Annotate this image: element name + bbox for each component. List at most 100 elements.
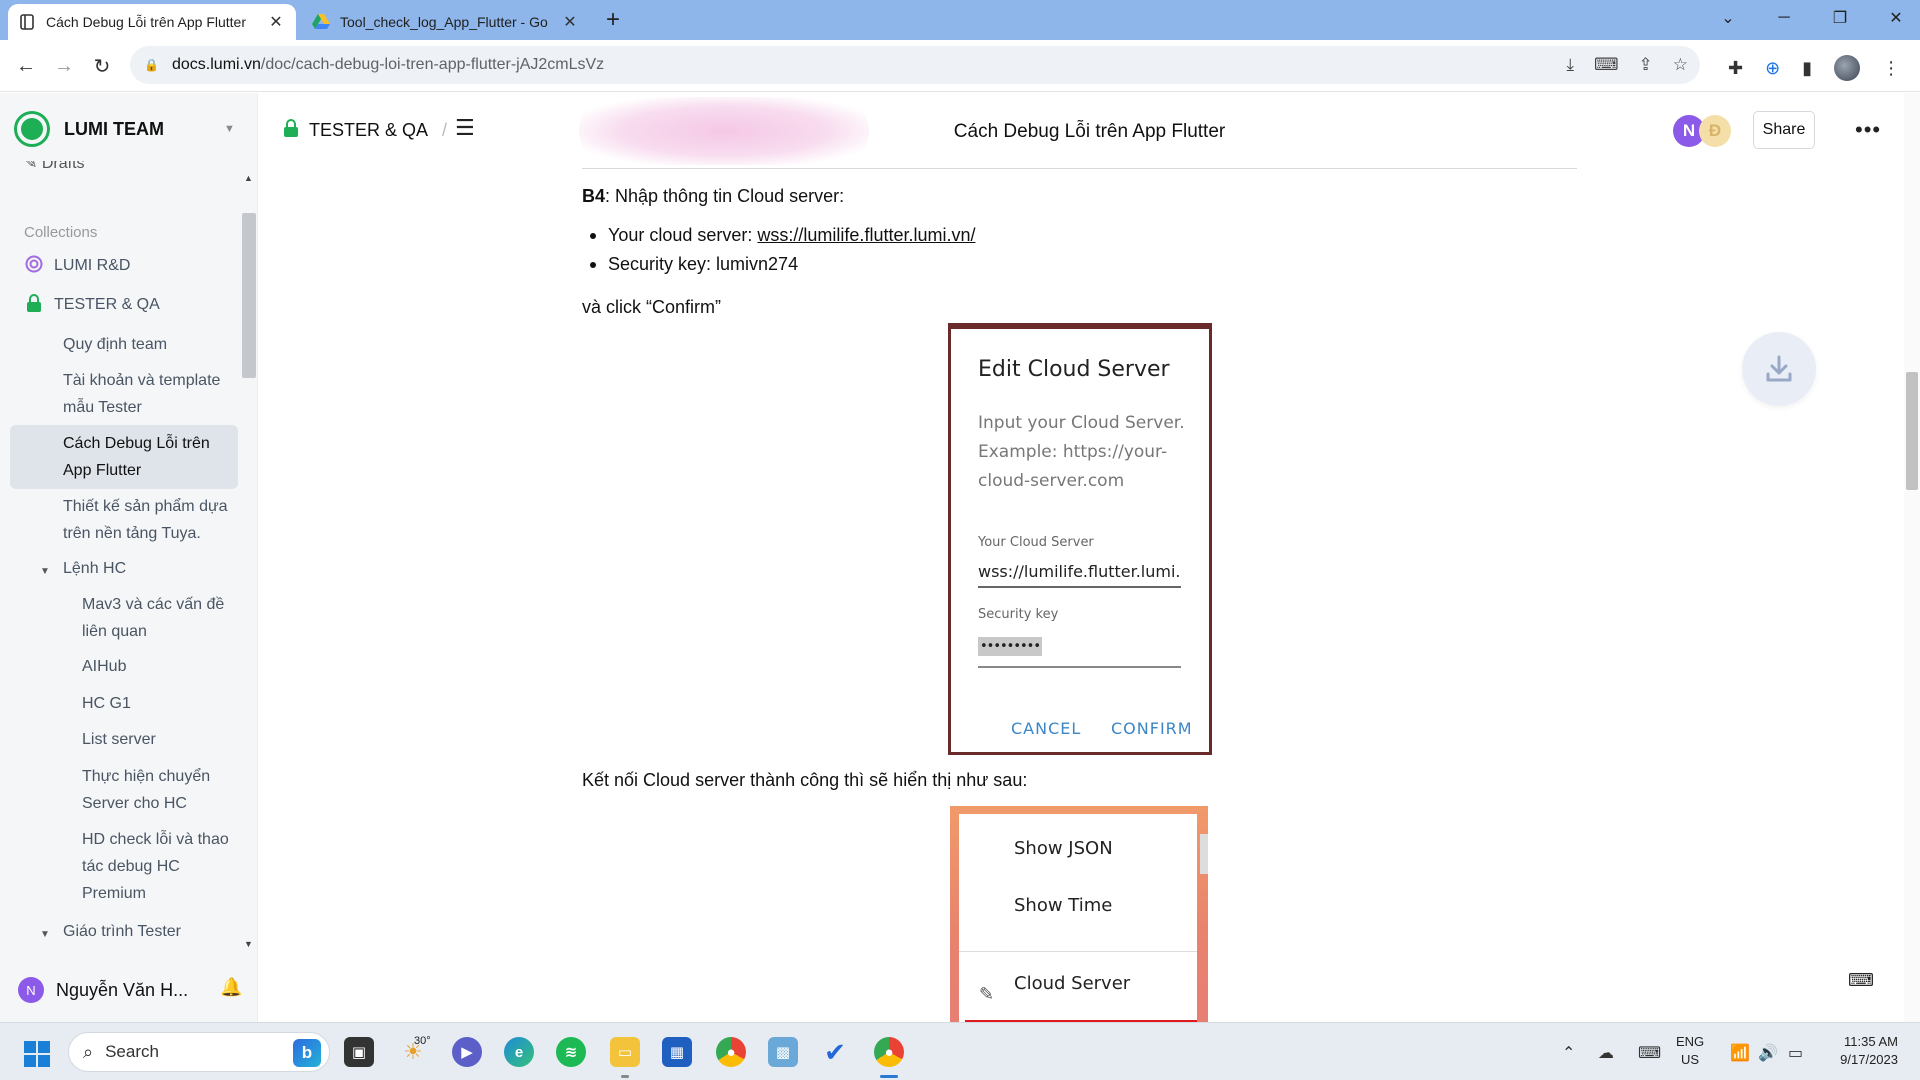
downloads-icon[interactable]: ⊕ [1765, 58, 1780, 79]
sidebar-doc-thiet-ke[interactable]: Thiết kế sản phẩm dựa trên nền tảng Tuya… [63, 493, 228, 547]
restore-button[interactable]: ❐ [1812, 0, 1868, 36]
edge-icon[interactable]: e [504, 1037, 534, 1067]
minimize-button[interactable]: ─ [1756, 0, 1812, 36]
sidebar-doc-list-server[interactable]: List server [82, 726, 156, 753]
page-title: Cách Debug Lỗi trên App Flutter [953, 121, 1226, 142]
expand-caret-icon[interactable]: ▼ [40, 566, 50, 577]
wifi-icon[interactable]: 📶 [1730, 1043, 1750, 1063]
chrome-icon[interactable]: ● [716, 1037, 746, 1067]
step-label: B4 [582, 186, 606, 206]
url-path: /doc/cach-debug-loi-tren-app-flutter-jAJ… [260, 56, 605, 73]
close-tab-icon[interactable]: ✕ [266, 12, 286, 32]
sidebar-item-tester-qa[interactable]: TESTER & QA [24, 292, 160, 318]
divider [582, 168, 1577, 169]
pencil-icon: ✎ [979, 984, 995, 1005]
task-view-icon[interactable]: ▣ [344, 1037, 374, 1067]
profile-avatar[interactable] [1834, 55, 1861, 81]
edit-cloud-server-image: Edit Cloud Server Input your Cloud Serve… [948, 323, 1212, 755]
sidebar-scrollbar-thumb[interactable] [242, 213, 256, 378]
search-label: Search [105, 1042, 159, 1061]
tab-title: Cách Debug Lỗi trên App Flutter [46, 14, 247, 30]
cloud-server-link[interactable]: wss://lumilife.flutter.lumi.vn/ [757, 225, 975, 245]
input-language[interactable]: ENG US [1676, 1033, 1704, 1069]
new-tab-button[interactable]: + [598, 6, 628, 36]
windows-start-icon[interactable] [24, 1041, 50, 1067]
team-logo-icon [14, 111, 50, 147]
current-user[interactable]: N Nguyễn Văn H... [18, 977, 246, 1003]
sidebar-doc-debug-flutter[interactable]: Cách Debug Lỗi trên App Flutter [10, 425, 238, 489]
photos-app-icon[interactable]: ▩ [768, 1037, 798, 1067]
team-name: LUMI TEAM [64, 118, 164, 139]
browser-menu-icon[interactable]: ⋮ [1882, 58, 1900, 79]
chrome-active-icon[interactable]: ● [874, 1037, 904, 1067]
google-drive-icon [312, 13, 330, 31]
collection-label: LUMI R&D [54, 257, 131, 274]
system-clock[interactable]: 11:35 AM 9/17/2023 [1828, 1033, 1898, 1069]
tab-drive[interactable]: Tool_check_log_App_Flutter - Go ✕ [302, 4, 590, 40]
sidebar-scroll-down[interactable]: ▼ [244, 939, 253, 949]
sidebar-doc-quy-dinh[interactable]: Quy định team [63, 331, 167, 358]
bing-icon[interactable]: b [293, 1039, 321, 1067]
step-text: : Nhập thông tin Cloud server: [605, 186, 845, 206]
dialog-confirm-label: CONFIRM [1111, 719, 1193, 738]
keyboard-shortcuts-icon[interactable]: ⌨ [1848, 970, 1874, 991]
sidebar-doc-lenh-hc[interactable]: Lệnh HC [63, 555, 126, 582]
keyboard-tray-icon[interactable]: ⌨ [1638, 1043, 1661, 1063]
sidebar-doc-tai-khoan[interactable]: Tài khoản và template mẫu Tester [63, 367, 220, 421]
reload-button[interactable]: ↻ [86, 50, 118, 82]
collaborator-avatars[interactable]: N Đ [1673, 115, 1731, 147]
avatar: N [18, 977, 44, 1003]
page-favicon-icon [18, 13, 36, 31]
todo-check-icon[interactable]: ✔ [820, 1037, 850, 1067]
tray-overflow-icon[interactable]: ⌃ [1562, 1043, 1575, 1063]
sidebar-item-lumi-rd[interactable]: LUMI R&D [24, 253, 130, 279]
share-page-icon[interactable]: ⇪ [1639, 55, 1653, 75]
forward-button[interactable]: → [48, 50, 80, 82]
notifications-bell-icon[interactable]: 🔔 [220, 977, 242, 998]
team-switcher[interactable]: LUMI TEAM [14, 111, 164, 147]
page-scrollbar-thumb[interactable] [1906, 372, 1918, 490]
key-field-value: ••••••••• [978, 637, 1043, 656]
battery-icon[interactable]: ▭ [1788, 1043, 1803, 1063]
document-header: TESTER & QA / ☰ Cách Debug Lỗi trên App … [259, 93, 1920, 169]
sidebar-doc-aihub[interactable]: AIHub [82, 653, 126, 680]
share-button[interactable]: Share [1753, 111, 1815, 149]
download-fab-button[interactable] [1742, 332, 1816, 406]
collection-lock-icon [24, 293, 44, 317]
menu-screenshot-image: Show JSON Show Time ✎ Cloud Server [950, 806, 1208, 1036]
sidebar: LUMI TEAM ▼ ✎ Drafts ▲ ▼ Collections LUM… [0, 93, 258, 1023]
tab-search-chevron-icon[interactable]: ⌄ [1700, 0, 1756, 36]
back-button[interactable]: ← [10, 50, 42, 82]
extensions-puzzle-icon[interactable]: ✚ [1728, 58, 1743, 79]
side-panel-icon[interactable]: ▮ [1802, 58, 1812, 79]
server-field-label: Your Cloud Server [978, 535, 1094, 550]
download-icon [1766, 355, 1792, 382]
onedrive-cloud-icon[interactable]: ☁ [1598, 1043, 1614, 1063]
sidebar-item-drafts[interactable]: ✎ Drafts [24, 161, 85, 173]
taskbar-search[interactable]: ⌕ Search b [68, 1032, 330, 1072]
more-options-icon[interactable]: ••• [1855, 117, 1881, 143]
sidebar-doc-giao-trinh[interactable]: Giáo trình Tester [63, 918, 181, 945]
file-explorer-icon[interactable]: ▭ [610, 1037, 640, 1067]
spotify-icon[interactable]: ≋ [556, 1037, 586, 1067]
sidebar-scroll-up[interactable]: ▲ [244, 173, 253, 183]
bookmark-star-icon[interactable]: ☆ [1673, 55, 1688, 75]
success-instruction: Kết nối Cloud server thành công thì sẽ h… [582, 770, 1028, 790]
collection-label: TESTER & QA [54, 296, 160, 313]
translate-icon[interactable]: ⌨ [1594, 55, 1619, 75]
expand-caret-icon[interactable]: ▼ [40, 929, 50, 940]
sidebar-doc-hd-check-loi[interactable]: HD check lỗi và thao tác debug HC Premiu… [82, 826, 229, 907]
sidebar-doc-hc-g1[interactable]: HC G1 [82, 690, 131, 717]
microsoft-store-icon[interactable]: ▦ [662, 1037, 692, 1067]
volume-icon[interactable]: 🔊 [1758, 1043, 1778, 1063]
address-bar[interactable]: 🔒 docs.lumi.vn/doc/cach-debug-loi-tren-a… [130, 46, 1700, 84]
team-caret-icon[interactable]: ▼ [224, 123, 235, 135]
page-scrollbar[interactable] [1904, 93, 1920, 1023]
close-window-button[interactable]: ✕ [1868, 0, 1920, 36]
teams-chat-icon[interactable]: ▶ [452, 1037, 482, 1067]
tab-active[interactable]: Cách Debug Lỗi trên App Flutter ✕ [8, 4, 296, 40]
sidebar-doc-mav3[interactable]: Mav3 và các vấn đề liên quan [82, 591, 224, 645]
install-app-icon[interactable]: ⤓ [1566, 55, 1574, 75]
close-tab-icon[interactable]: ✕ [560, 12, 580, 32]
sidebar-doc-chuyen-server[interactable]: Thực hiện chuyển Server cho HC [82, 763, 210, 817]
